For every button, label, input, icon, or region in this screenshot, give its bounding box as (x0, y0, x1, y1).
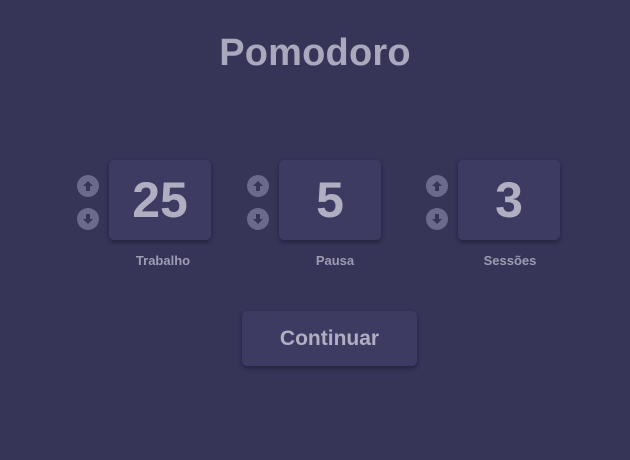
arrow-down-icon[interactable] (426, 208, 448, 230)
arrow-down-icon[interactable] (77, 208, 99, 230)
page-title: Pomodoro (219, 32, 411, 74)
arrow-up-icon[interactable] (77, 175, 99, 197)
continue-button[interactable]: Continuar (242, 311, 417, 366)
arrow-up-icon[interactable] (426, 175, 448, 197)
pause-minutes-display: 5 (279, 160, 381, 240)
work-label: Trabalho (135, 253, 191, 268)
pomodoro-screen: Pomodoro 25 Trabalho 5 Pausa 3 Sessões C… (0, 0, 630, 460)
work-minutes-display: 25 (109, 160, 211, 240)
sessions-label: Sessões (483, 253, 537, 268)
pause-label: Pausa (315, 253, 355, 268)
arrow-up-icon[interactable] (247, 175, 269, 197)
arrow-down-icon[interactable] (247, 208, 269, 230)
sessions-count-display: 3 (458, 160, 560, 240)
